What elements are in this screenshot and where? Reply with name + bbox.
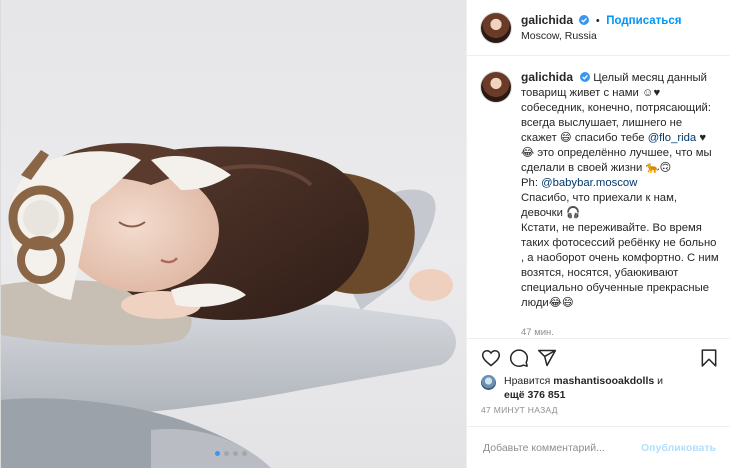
liker-avatar[interactable] bbox=[481, 375, 496, 390]
verified-badge-icon bbox=[579, 14, 590, 25]
comment-icon[interactable] bbox=[509, 348, 529, 368]
mention-link[interactable]: @babybar.moscow bbox=[541, 177, 637, 189]
instagram-post: galichida • Подписаться Moscow, Russia g… bbox=[0, 0, 730, 468]
post-sidebar: galichida • Подписаться Moscow, Russia g… bbox=[466, 0, 730, 468]
caption-text: Ph: bbox=[521, 177, 542, 189]
caption-text: Спасибо, что приехали к нам, девочки 🎧 bbox=[521, 192, 677, 219]
separator: • bbox=[595, 14, 600, 27]
likes-conj: и bbox=[657, 375, 664, 387]
location-link[interactable]: Moscow, Russia bbox=[521, 29, 681, 44]
likes-summary: Нравится mashantisooakdolls и ещё 376 85… bbox=[481, 374, 663, 402]
caption-comment: galichida Целый месяц данный товарищ жив… bbox=[467, 56, 730, 338]
bookmark-icon[interactable] bbox=[699, 348, 719, 368]
avatar[interactable] bbox=[481, 72, 511, 102]
carousel-dot[interactable] bbox=[215, 451, 220, 456]
mention-link[interactable]: @flo_rida bbox=[648, 132, 697, 144]
avatar[interactable] bbox=[481, 12, 511, 43]
carousel-dot[interactable] bbox=[233, 451, 238, 456]
likes-prefix: Нравится bbox=[504, 375, 551, 387]
verified-badge-icon bbox=[580, 72, 591, 82]
publish-button[interactable]: Опубликовать bbox=[641, 442, 716, 454]
caption-text: Кстати, не переживайте. Во время таких ф… bbox=[521, 222, 719, 309]
post-photo[interactable] bbox=[1, 0, 466, 468]
action-bar bbox=[467, 338, 730, 376]
carousel-indicator bbox=[215, 451, 247, 456]
author-username[interactable]: galichida bbox=[521, 13, 573, 27]
carousel-dot[interactable] bbox=[242, 451, 247, 456]
follow-button[interactable]: Подписаться bbox=[606, 15, 681, 27]
share-icon[interactable] bbox=[537, 348, 557, 368]
likes-count[interactable]: ещё 376 851 bbox=[504, 389, 565, 401]
post-timestamp[interactable]: 47 МИНУТ НАЗАД bbox=[481, 405, 558, 415]
comment-box: Опубликовать bbox=[467, 426, 730, 468]
baby-aviator-illustration bbox=[1, 143, 456, 468]
comment-input[interactable] bbox=[481, 440, 642, 455]
liker-username[interactable]: mashantisooakdolls bbox=[553, 375, 654, 387]
heart-icon[interactable] bbox=[481, 348, 501, 368]
caption-username[interactable]: galichida bbox=[521, 70, 573, 84]
carousel-dot[interactable] bbox=[224, 451, 229, 456]
post-header: galichida • Подписаться Moscow, Russia bbox=[467, 0, 730, 56]
